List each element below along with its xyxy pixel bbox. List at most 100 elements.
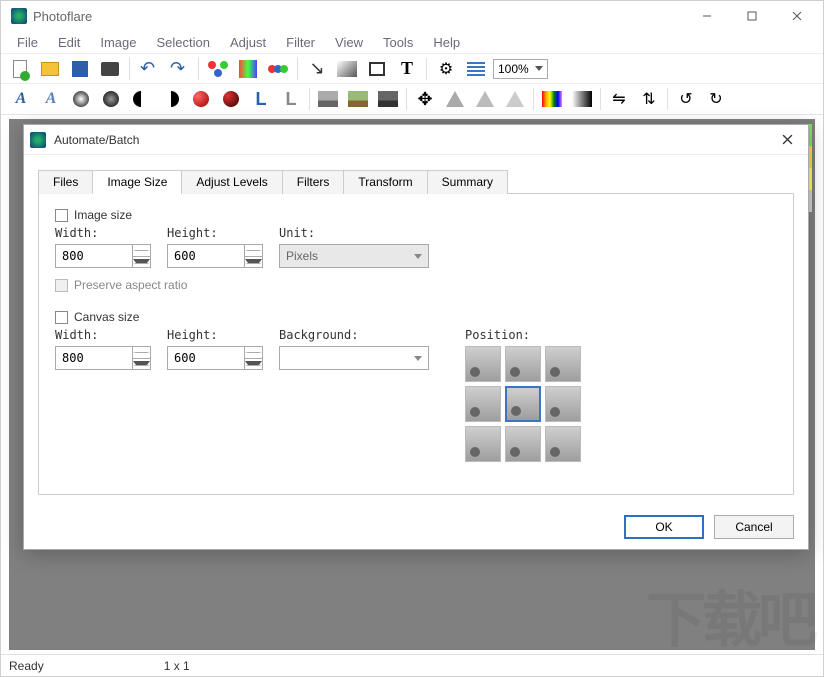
position-bottom-center[interactable] xyxy=(505,426,541,462)
dialog-close-button[interactable] xyxy=(772,125,802,155)
spin-down-icon[interactable] xyxy=(133,359,150,370)
tab-image-size[interactable]: Image Size xyxy=(92,170,182,194)
tab-transform[interactable]: Transform xyxy=(343,170,427,194)
minimize-button[interactable] xyxy=(684,1,729,31)
dialog-titlebar: Automate/Batch xyxy=(24,125,808,155)
selection-button[interactable] xyxy=(364,56,390,82)
zoom-combo[interactable]: 100% xyxy=(493,59,548,79)
app-title: Photoflare xyxy=(33,9,92,24)
tab-adjust-levels[interactable]: Adjust Levels xyxy=(181,170,282,194)
image-height-input[interactable] xyxy=(168,245,244,267)
histogram-color-button[interactable] xyxy=(344,85,372,113)
italic-a-outline-button[interactable]: A xyxy=(37,85,65,113)
l-grey-button[interactable]: L xyxy=(277,85,305,113)
palette-button[interactable] xyxy=(235,56,261,82)
settings-button[interactable]: ⚙ xyxy=(433,56,459,82)
rotate-ccw-button[interactable]: ↺ xyxy=(672,85,700,113)
unit-combo[interactable]: Pixels xyxy=(279,244,429,268)
position-middle-left[interactable] xyxy=(465,386,501,422)
new-button[interactable] xyxy=(7,56,33,82)
open-button[interactable] xyxy=(37,56,63,82)
rainbow-gradient-button[interactable] xyxy=(538,85,566,113)
italic-a-blue-button[interactable]: A xyxy=(7,85,35,113)
canvas-height-spinner[interactable] xyxy=(167,346,263,370)
menu-tools[interactable]: Tools xyxy=(375,33,421,52)
canvas-height-input[interactable] xyxy=(168,347,244,369)
cancel-button[interactable]: Cancel xyxy=(714,515,794,539)
tab-files[interactable]: Files xyxy=(38,170,93,194)
print-button[interactable] xyxy=(97,56,123,82)
l-blue-button[interactable]: L xyxy=(247,85,275,113)
image-size-checkbox[interactable] xyxy=(55,209,68,222)
position-label: Position: xyxy=(465,328,581,342)
position-bottom-right[interactable] xyxy=(545,426,581,462)
canvas-width-spinner[interactable] xyxy=(55,346,151,370)
spin-up-icon[interactable] xyxy=(133,347,150,359)
spin-down-icon[interactable] xyxy=(245,359,262,370)
spin-up-icon[interactable] xyxy=(245,245,262,257)
list-button[interactable] xyxy=(463,56,489,82)
position-top-left[interactable] xyxy=(465,346,501,382)
brightness-down-button[interactable] xyxy=(97,85,125,113)
flip-v-button[interactable]: ⇅ xyxy=(635,85,663,113)
dark-ball-button[interactable] xyxy=(217,85,245,113)
menu-image[interactable]: Image xyxy=(92,33,144,52)
spin-up-icon[interactable] xyxy=(133,245,150,257)
titlebar: Photoflare xyxy=(1,1,823,31)
menu-file[interactable]: File xyxy=(9,33,46,52)
maximize-button[interactable] xyxy=(729,1,774,31)
position-top-center[interactable] xyxy=(505,346,541,382)
red-ball-button[interactable] xyxy=(187,85,215,113)
cancel-label: Cancel xyxy=(735,520,772,534)
gradient-rect-button[interactable] xyxy=(334,56,360,82)
dialog-tabs: Files Image Size Adjust Levels Filters T… xyxy=(38,169,794,194)
rgb-channels-button[interactable] xyxy=(205,56,231,82)
position-bottom-left[interactable] xyxy=(465,426,501,462)
spin-down-icon[interactable] xyxy=(133,257,150,268)
menu-view[interactable]: View xyxy=(327,33,371,52)
move-button[interactable]: ✥ xyxy=(411,85,439,113)
flip-h-button[interactable]: ⇋ xyxy=(605,85,633,113)
histogram-dark-button[interactable] xyxy=(374,85,402,113)
triangle-3-button[interactable] xyxy=(501,85,529,113)
contrast-down-button[interactable] xyxy=(157,85,185,113)
undo-button[interactable] xyxy=(136,56,162,82)
grey-gradient-button[interactable] xyxy=(568,85,596,113)
position-middle-right[interactable] xyxy=(545,386,581,422)
preserve-aspect-checkbox[interactable] xyxy=(55,279,68,292)
menu-edit[interactable]: Edit xyxy=(50,33,88,52)
background-combo[interactable] xyxy=(279,346,429,370)
rotate-cw-button[interactable]: ↻ xyxy=(702,85,730,113)
menu-selection[interactable]: Selection xyxy=(149,33,218,52)
spin-down-icon[interactable] xyxy=(245,257,262,268)
triangle-1-button[interactable] xyxy=(441,85,469,113)
spin-up-icon[interactable] xyxy=(245,347,262,359)
menu-help[interactable]: Help xyxy=(425,33,468,52)
chevron-down-icon xyxy=(414,356,422,361)
text-tool-button[interactable]: T xyxy=(394,56,420,82)
close-button[interactable] xyxy=(774,1,819,31)
triangle-2-button[interactable] xyxy=(471,85,499,113)
canvas-size-label: Canvas size xyxy=(74,310,139,324)
tab-summary[interactable]: Summary xyxy=(427,170,508,194)
contrast-up-button[interactable] xyxy=(127,85,155,113)
canvas-width-input[interactable] xyxy=(56,347,132,369)
histogram-grey-button[interactable] xyxy=(314,85,342,113)
app-icon xyxy=(11,8,27,24)
arrow-tool-button[interactable]: ↘ xyxy=(304,56,330,82)
save-button[interactable] xyxy=(67,56,93,82)
image-width-input[interactable] xyxy=(56,245,132,267)
image-height-spinner[interactable] xyxy=(167,244,263,268)
redo-button[interactable] xyxy=(166,56,192,82)
menu-filter[interactable]: Filter xyxy=(278,33,323,52)
image-width-spinner[interactable] xyxy=(55,244,151,268)
position-top-right[interactable] xyxy=(545,346,581,382)
position-middle-center[interactable] xyxy=(505,386,541,422)
tab-filters[interactable]: Filters xyxy=(282,170,345,194)
unit-value: Pixels xyxy=(286,249,318,263)
canvas-size-checkbox[interactable] xyxy=(55,311,68,324)
ok-button[interactable]: OK xyxy=(624,515,704,539)
brightness-up-button[interactable] xyxy=(67,85,95,113)
menu-adjust[interactable]: Adjust xyxy=(222,33,274,52)
color-mixer-button[interactable] xyxy=(265,56,291,82)
